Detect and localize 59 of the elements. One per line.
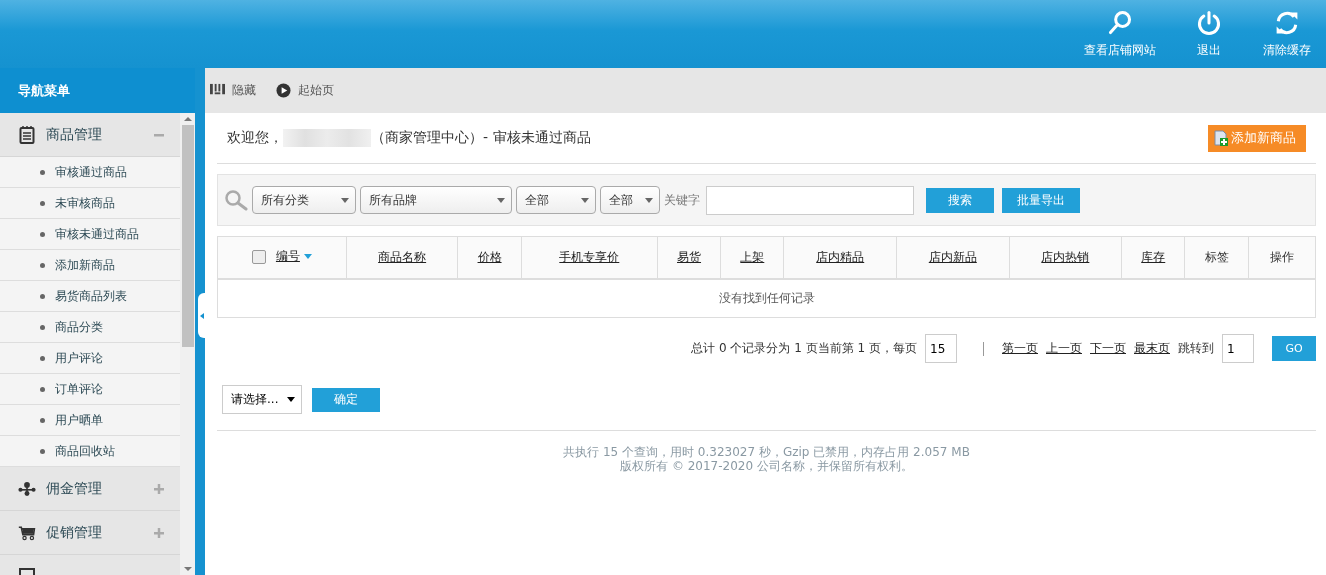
column-header[interactable]: 店内新品 <box>928 249 977 266</box>
pagination-link[interactable]: 上一页 <box>1046 340 1082 357</box>
jump-page-field[interactable]: 1 <box>1222 334 1254 363</box>
filter-dropdown[interactable]: 全部 <box>516 186 596 214</box>
add-document-icon <box>1214 130 1228 146</box>
column-header[interactable]: 易货 <box>677 249 702 266</box>
menu-item[interactable]: 商品回收站 <box>0 436 180 467</box>
pagination-link[interactable]: 最末页 <box>1134 340 1170 357</box>
column-header[interactable]: 手机专享价 <box>559 249 620 266</box>
menu-item[interactable]: 未审核商品 <box>0 188 180 219</box>
pagination-link[interactable]: 下一页 <box>1090 340 1126 357</box>
menu-item[interactable]: 易货商品列表 <box>0 281 180 312</box>
keyword-field[interactable] <box>706 185 914 215</box>
pagination-link[interactable]: 第一页 <box>1002 340 1038 357</box>
greeting-text: 欢迎您， <box>227 129 283 147</box>
play-icon <box>276 83 291 98</box>
menu-item[interactable]: 用户评论 <box>0 343 180 374</box>
filter-dropdown[interactable]: 全部 <box>600 186 660 214</box>
column-header[interactable]: 价格 <box>477 249 502 266</box>
menu-group-header[interactable]: 佣金管理 <box>0 467 180 511</box>
column-header[interactable]: 商品名称 <box>378 249 427 266</box>
page-heading: （商家管理中心）- 审核未通过商品 <box>371 129 591 147</box>
pagination-summary: 总计 0 个记录分为 1 页当前第 1 页，每页 <box>691 340 917 357</box>
network-icon <box>18 479 36 498</box>
empty-message: 没有找到任何记录 <box>718 291 815 305</box>
footer-text: 共执行 15 个查询，用时 0.323027 秒，Gzip 已禁用，内存占用 2.057 MB <box>563 445 970 459</box>
toolbar-button[interactable]: 隐藏 <box>210 82 256 99</box>
batch-action-dropdown[interactable]: 请选择... <box>222 385 302 414</box>
keyword-label: 关键字 <box>664 191 700 209</box>
refresh-icon <box>1274 9 1300 36</box>
column-header: 标签 <box>1204 249 1229 266</box>
column-header: 操作 <box>1269 249 1294 266</box>
menu-item[interactable]: 商品分类 <box>0 312 180 343</box>
jump-label: 跳转到 <box>1178 340 1214 357</box>
search-icon <box>224 189 248 211</box>
column-header[interactable]: 库存 <box>1141 249 1166 266</box>
menu-item[interactable]: 订单评论 <box>0 374 180 405</box>
page-size-field[interactable]: 15 <box>925 334 957 363</box>
column-header[interactable]: 编号 <box>275 248 300 266</box>
toolbar-button[interactable]: 起始页 <box>276 82 334 99</box>
footer-text: 版权所有 © 2017-2020 公司名称，并保留所有权利。 <box>620 459 913 473</box>
select-all-checkbox[interactable] <box>251 249 266 264</box>
menu-item[interactable]: 添加新商品 <box>0 250 180 281</box>
menu-group-header[interactable]: 商品管理 <box>0 113 180 157</box>
collapse-toggle[interactable] <box>198 293 205 338</box>
menu-item[interactable]: 审核通过商品 <box>0 157 180 188</box>
notepad-icon <box>18 125 36 144</box>
column-header[interactable]: 上架 <box>740 249 765 266</box>
nav-menu-title: 导航菜单 <box>0 68 195 113</box>
menu-group-header[interactable]: 促销管理 <box>0 511 180 555</box>
menu-item[interactable]: 用户晒单 <box>0 405 180 436</box>
menu-item[interactable]: 审核未通过商品 <box>0 219 180 250</box>
filter-dropdown[interactable]: 所有品牌 <box>360 186 512 214</box>
column-header[interactable]: 店内热销 <box>1041 249 1090 266</box>
filter-dropdown[interactable]: 所有分类 <box>252 186 356 214</box>
column-header[interactable]: 店内精品 <box>816 249 865 266</box>
power-icon <box>1196 9 1222 36</box>
search-icon <box>1107 9 1133 36</box>
cart-icon <box>18 523 36 542</box>
